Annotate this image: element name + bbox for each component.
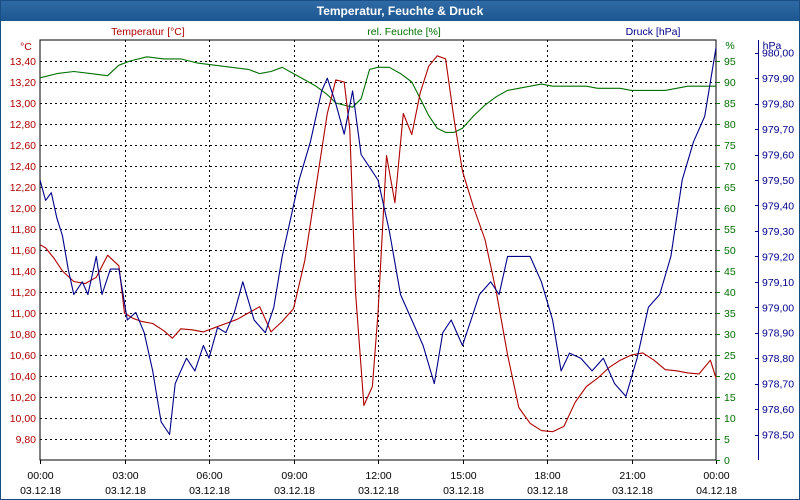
x-date-label: 03.12.18 xyxy=(274,485,315,497)
humidity-tick-label: 45 xyxy=(724,266,736,278)
x-tick-label: 09:00 xyxy=(281,470,307,482)
x-date-label: 03.12.18 xyxy=(189,485,230,497)
x-date-label: 03.12.18 xyxy=(443,485,484,497)
pressure-tick-label: 978,80 xyxy=(762,353,794,365)
x-date-label: 03.12.18 xyxy=(20,485,61,497)
humidity-unit-label: % xyxy=(725,40,734,52)
pressure-tick-label: 979,40 xyxy=(762,200,794,212)
humidity-tick-label: 15 xyxy=(724,392,736,404)
axes: 00:00 03.12.18 03:00 03.12.18 06:00 03.12.18 0… xyxy=(10,26,795,497)
temperature-tick-label: 11,80 xyxy=(11,224,37,236)
humidity-tick-label: 5 xyxy=(724,434,730,446)
temperature-tick-label: 12,00 xyxy=(10,203,36,215)
humidity-tick-label: 25 xyxy=(724,350,736,362)
temperature-tick-label: 10,80 xyxy=(10,329,36,341)
temperature-tick-label: 12,80 xyxy=(10,119,36,131)
x-date-label: 04.12.18 xyxy=(696,485,737,497)
humidity-tick-label: 70 xyxy=(724,161,736,173)
x-date-label: 03.12.18 xyxy=(358,485,399,497)
x-tick-label: 00:00 xyxy=(703,470,729,482)
temperature-tick-label: 10,60 xyxy=(10,350,36,362)
humidity-tick-label: 35 xyxy=(724,308,736,320)
x-date-label: 03.12.18 xyxy=(612,485,653,497)
x-tick-label: 21:00 xyxy=(619,470,645,482)
pressure-tick-label: 979,60 xyxy=(762,150,794,162)
pressure-tick-label: 979,50 xyxy=(762,175,794,187)
temperature-tick-label: 12,20 xyxy=(10,182,36,194)
x-tick-label: 15:00 xyxy=(450,470,476,482)
temperature-tick-label: 10,40 xyxy=(10,371,36,383)
humidity-tick-label: 95 xyxy=(724,56,736,68)
humidity-tick-label: 90 xyxy=(724,77,736,89)
temperature-tick-label: 12,60 xyxy=(10,140,36,152)
temperature-tick-label: 9,80 xyxy=(16,434,37,446)
temperature-tick-label: 13,00 xyxy=(10,98,36,110)
pressure-tick-label: 979,20 xyxy=(762,251,794,263)
x-tick-label: 03:00 xyxy=(112,470,138,482)
temperature-tick-label: 11,00 xyxy=(11,308,37,320)
humidity-tick-label: 20 xyxy=(724,371,736,383)
x-tick-label: 18:00 xyxy=(534,470,560,482)
humidity-tick-label: 65 xyxy=(724,182,736,194)
temperature-axis-label: Temperatur [°C] xyxy=(111,26,185,38)
temperature-tick-label: 13,20 xyxy=(10,77,36,89)
humidity-tick-label: 55 xyxy=(724,224,736,236)
pressure-tick-label: 978,50 xyxy=(762,430,794,442)
pressure-tick-label: 978,60 xyxy=(762,404,794,416)
x-tick-label: 12:00 xyxy=(365,470,391,482)
pressure-tick-label: 979,00 xyxy=(762,302,794,314)
pressure-tick-label: 979,70 xyxy=(762,124,794,136)
x-tick-label: 00:00 xyxy=(27,470,53,482)
grid xyxy=(39,39,717,461)
temperature-tick-label: 11,60 xyxy=(11,245,37,257)
temperature-tick-label: 10,00 xyxy=(10,413,36,425)
temperature-tick-label: 11,20 xyxy=(11,287,37,299)
pressure-tick-label: 979,90 xyxy=(762,73,794,85)
humidity-axis-label: rel. Feuchte [%] xyxy=(367,26,441,38)
temperature-tick-label: 11,40 xyxy=(11,266,37,278)
temperature-tick-label: 12,40 xyxy=(10,161,36,173)
pressure-tick-label: 979,80 xyxy=(762,99,794,111)
humidity-tick-label: 30 xyxy=(724,329,736,341)
pressure-tick-label: 978,70 xyxy=(762,379,794,391)
temperature-tick-label: 13,40 xyxy=(10,56,36,68)
x-date-label: 03.12.18 xyxy=(105,485,146,497)
chart-canvas: 00:00 03.12.18 03:00 03.12.18 06:00 03.12.18 0… xyxy=(10,26,795,497)
humidity-tick-label: 75 xyxy=(724,140,736,152)
temperature-tick-label: 10,20 xyxy=(10,392,36,404)
pressure-axis-label: Druck [hPa] xyxy=(626,26,681,38)
humidity-tick-label: 40 xyxy=(724,287,736,299)
humidity-tick-label: 10 xyxy=(724,413,736,425)
humidity-tick-label: 0 xyxy=(724,455,730,467)
x-date-label: 03.12.18 xyxy=(527,485,568,497)
humidity-tick-label: 50 xyxy=(724,245,736,257)
humidity-tick-label: 60 xyxy=(724,203,736,215)
pressure-tick-label: 979,10 xyxy=(762,277,794,289)
pressure-tick-label: 978,90 xyxy=(762,328,794,340)
temperature-unit-label: °C xyxy=(20,41,32,53)
x-tick-label: 06:00 xyxy=(196,470,222,482)
humidity-tick-label: 85 xyxy=(724,98,736,110)
pressure-unit-label: hPa xyxy=(763,40,782,52)
humidity-tick-label: 80 xyxy=(724,119,736,131)
pressure-tick-label: 979,30 xyxy=(762,226,794,238)
